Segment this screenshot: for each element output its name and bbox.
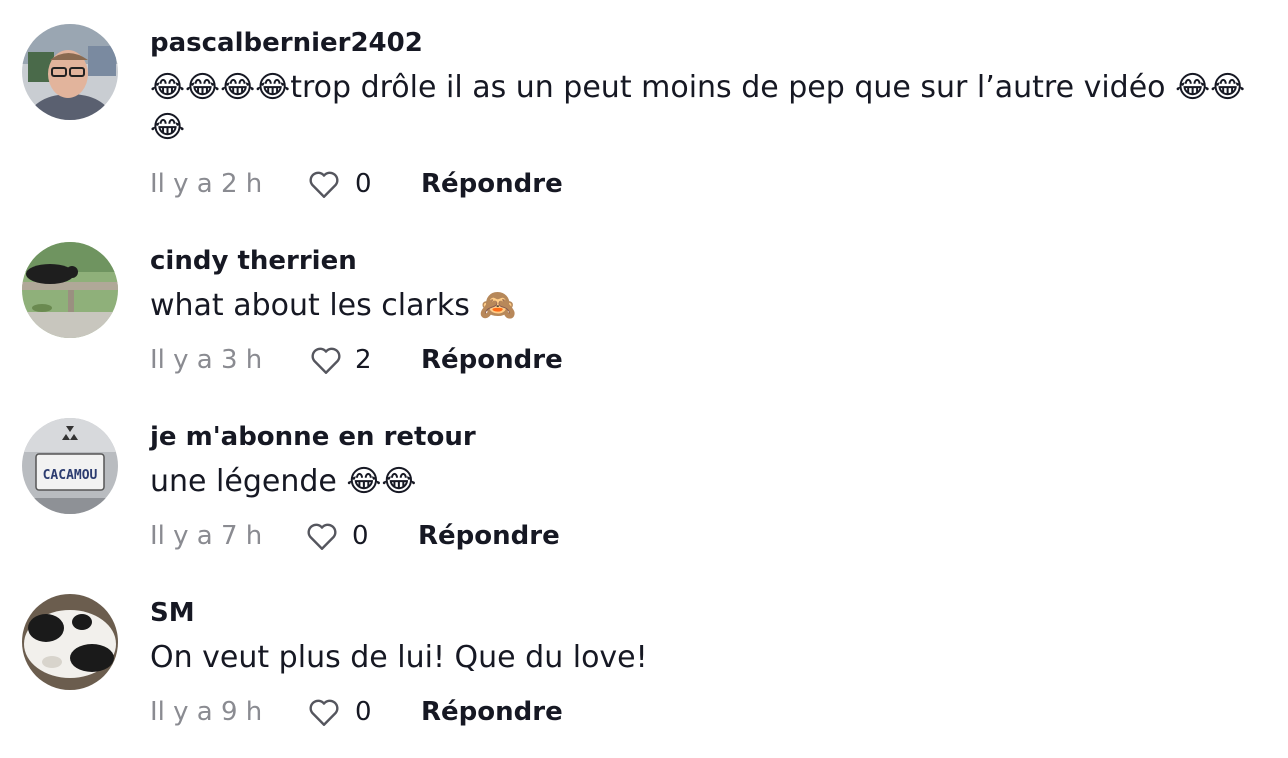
- comment-username[interactable]: cindy therrien: [150, 246, 357, 276]
- comment-username[interactable]: je m'abonne en retour: [150, 422, 476, 452]
- heart-icon[interactable]: [306, 166, 342, 202]
- comment-text: On veut plus de lui! Que du love!: [150, 640, 648, 675]
- like-count: 0: [355, 697, 372, 727]
- reply-button[interactable]: Répondre: [421, 340, 563, 380]
- reply-button[interactable]: Répondre: [421, 692, 563, 732]
- comment-username[interactable]: SM: [150, 598, 195, 628]
- license-plate-text: CACAMOU: [43, 468, 98, 483]
- comment-timestamp: Il y a 3 h: [150, 345, 263, 375]
- avatar[interactable]: [22, 242, 118, 338]
- heart-icon[interactable]: [308, 342, 344, 378]
- comment-timestamp: Il y a 2 h: [150, 169, 263, 199]
- comment-text: what about les clarks 🙈: [150, 288, 517, 323]
- bear-on-rail-photo-icon: [22, 242, 118, 338]
- like-count: 2: [355, 345, 372, 375]
- reply-button[interactable]: Répondre: [418, 516, 560, 556]
- comment-text: une légende 😂😂: [150, 464, 417, 499]
- avatar[interactable]: CACAMOU: [22, 418, 118, 514]
- comment-timestamp: Il y a 9 h: [150, 697, 263, 727]
- like-count: 0: [352, 521, 369, 551]
- avatar[interactable]: [22, 24, 118, 120]
- like-count: 0: [355, 169, 372, 199]
- heart-icon[interactable]: [304, 518, 340, 554]
- heart-icon[interactable]: [306, 694, 342, 730]
- avatar[interactable]: [22, 594, 118, 690]
- comment-username[interactable]: pascalbernier2402: [150, 28, 423, 58]
- cat-photo-icon: [22, 594, 118, 690]
- comment-text: 😂😂😂😂trop drôle il as un peut moins de pe…: [150, 70, 1246, 145]
- comment-timestamp: Il y a 7 h: [150, 521, 263, 551]
- reply-button[interactable]: Répondre: [421, 164, 563, 204]
- man-with-glasses-photo-icon: [22, 24, 118, 120]
- license-plate-photo-icon: CACAMOU: [22, 418, 118, 514]
